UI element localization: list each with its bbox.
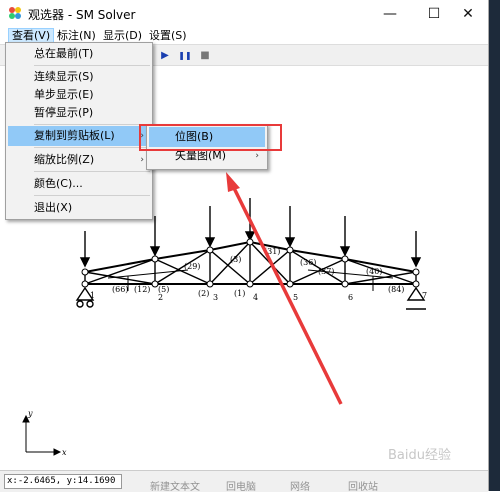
- chevron-right-icon: ›: [140, 155, 144, 165]
- bar-label: (1): [234, 289, 245, 298]
- node-label: 2: [158, 293, 163, 302]
- menu-separator: [34, 171, 150, 172]
- desktop-background-labels: 新建文本文 回电脑 网络 回收站: [130, 478, 500, 493]
- bar-label: (3): [230, 255, 241, 264]
- watermark: Baidu经验: [388, 448, 451, 463]
- bar-label: (66): [112, 285, 128, 294]
- x-axis-label: x: [62, 448, 67, 457]
- bar-label: (40): [366, 267, 382, 276]
- menu-separator: [34, 195, 150, 196]
- stop-icon: ■: [200, 49, 210, 61]
- minimize-button[interactable]: —: [370, 0, 410, 28]
- close-icon: ✕: [462, 6, 474, 22]
- menu-item-zoom-scale[interactable]: 缩放比例(Z) ›: [8, 150, 150, 170]
- support-right-label: 7: [422, 291, 427, 300]
- menu-item-continuous[interactable]: 连续显示(S): [8, 67, 150, 87]
- bar-label: (12): [134, 285, 150, 294]
- bar-label: (2): [198, 289, 209, 298]
- support-left-label: 1: [90, 291, 95, 300]
- window-title: 观选器 - SM Solver: [28, 8, 136, 22]
- y-axis-label: y: [27, 409, 33, 418]
- menu-separator: [34, 124, 150, 125]
- menu-separator: [34, 147, 150, 148]
- bar-label: (84): [388, 285, 404, 294]
- stop-button[interactable]: ■: [198, 48, 212, 62]
- menu-item-copy-clipboard[interactable]: 复制到剪贴板(L) ›: [8, 126, 150, 146]
- menu-item-single-step[interactable]: 单步显示(E): [8, 85, 150, 105]
- annotation-highlight-box: [139, 124, 282, 151]
- coordinate-readout: x:-2.6465, y:14.1690: [4, 474, 122, 489]
- bar-label: (5): [158, 285, 169, 294]
- menu-item-always-on-top[interactable]: 总在最前(T): [8, 44, 150, 64]
- maximize-icon: ☐: [427, 6, 441, 22]
- title-bar[interactable]: 观选器 - SM Solver — ☐ ✕: [0, 0, 488, 28]
- menu-item-pause[interactable]: 暂停显示(P): [8, 103, 150, 123]
- annotation-arrow: [226, 172, 343, 405]
- menu-separator: [34, 65, 150, 66]
- play-icon: ▶: [161, 49, 169, 61]
- app-window: 观选器 - SM Solver — ☐ ✕ 查看(V) 标注(N) 显示(D) …: [0, 0, 489, 492]
- node-label: 3: [213, 293, 218, 302]
- axis-indicator: [22, 414, 62, 456]
- close-button[interactable]: ✕: [448, 0, 488, 28]
- app-logo-icon: [9, 7, 21, 19]
- node-label: 4: [253, 293, 258, 302]
- menu-item-color[interactable]: 颜色(C)...: [8, 174, 150, 194]
- node-label: 6: [348, 293, 353, 302]
- view-menu: 总在最前(T) 连续显示(S) 单步显示(E) 暂停显示(P) 复制到剪贴板(L…: [5, 42, 153, 220]
- menu-item-label: 缩放比例(Z): [34, 153, 95, 166]
- bar-label: (29): [184, 262, 200, 271]
- pause-icon: ❚❚: [178, 50, 192, 60]
- desktop-edge: [489, 0, 500, 491]
- minimize-icon: —: [383, 6, 397, 22]
- bar-label: (36): [300, 258, 316, 267]
- menu-item-exit[interactable]: 退出(X): [8, 198, 150, 218]
- play-button[interactable]: ▶: [158, 48, 172, 62]
- bar-label: (37): [318, 267, 334, 276]
- menu-item-label: 复制到剪贴板(L): [34, 129, 115, 142]
- pause-button[interactable]: ❚❚: [178, 48, 192, 62]
- node-label: 5: [293, 293, 298, 302]
